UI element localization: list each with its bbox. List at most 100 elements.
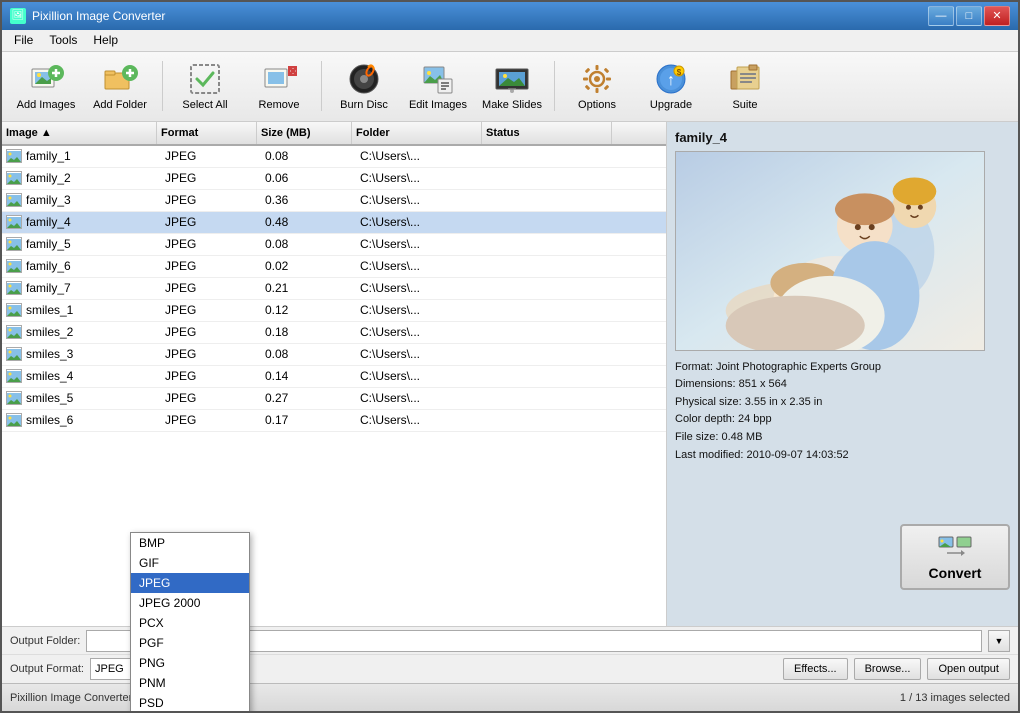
file-format: JPEG — [157, 193, 257, 207]
col-header-image[interactable]: Image ▲ — [2, 122, 157, 144]
suite-button[interactable]: Suite — [709, 55, 781, 117]
file-format: JPEG — [157, 259, 257, 273]
dropdown-option[interactable]: BMP — [131, 533, 249, 553]
dropdown-option[interactable]: PNG — [131, 653, 249, 673]
table-row[interactable]: family_5 JPEG 0.08 C:\Users\... — [2, 234, 666, 256]
table-row[interactable]: family_3 JPEG 0.36 C:\Users\... — [2, 190, 666, 212]
effects-button[interactable]: Effects... — [783, 658, 848, 680]
add-folder-button[interactable]: Add Folder — [84, 55, 156, 117]
col-header-format[interactable]: Format — [157, 122, 257, 144]
file-thumb-icon — [6, 193, 22, 207]
menu-bar: File Tools Help — [2, 30, 1018, 52]
title-bar-buttons: — □ ✕ — [928, 6, 1010, 26]
add-images-button[interactable]: Add Images — [10, 55, 82, 117]
make-slides-icon — [494, 61, 530, 97]
remove-button[interactable]: Remove — [243, 55, 315, 117]
file-size: 0.36 — [257, 193, 352, 207]
table-row[interactable]: smiles_5 JPEG 0.27 C:\Users\... — [2, 388, 666, 410]
file-thumb-icon — [6, 303, 22, 317]
options-button[interactable]: Options — [561, 55, 633, 117]
preview-filesize: File size: 0.48 MB — [675, 429, 1010, 447]
col-header-status[interactable]: Status — [482, 122, 612, 144]
output-format-label: Output Format: — [10, 663, 84, 675]
table-row[interactable]: family_4 JPEG 0.48 C:\Users\... — [2, 212, 666, 234]
browse-button[interactable]: Browse... — [854, 658, 922, 680]
add-images-label: Add Images — [17, 99, 76, 111]
file-folder: C:\Users\... — [352, 193, 482, 207]
file-format: JPEG — [157, 369, 257, 383]
options-label: Options — [578, 99, 616, 111]
col-header-size[interactable]: Size (MB) — [257, 122, 352, 144]
table-row[interactable]: family_1 JPEG 0.08 C:\Users\... — [2, 146, 666, 168]
convert-button[interactable]: Convert — [900, 524, 1010, 590]
file-name: smiles_4 — [26, 369, 73, 383]
preview-image-inner — [676, 152, 984, 350]
preview-info: Format: Joint Photographic Experts Group… — [675, 359, 1010, 465]
convert-label: Convert — [929, 565, 982, 581]
dropdown-option[interactable]: PSD — [131, 693, 249, 713]
file-size: 0.21 — [257, 281, 352, 295]
menu-tools[interactable]: Tools — [41, 31, 85, 49]
maximize-button[interactable]: □ — [956, 6, 982, 26]
file-name: smiles_6 — [26, 413, 73, 427]
toolbar-sep-1 — [162, 61, 163, 111]
convert-icon — [937, 533, 973, 561]
file-thumb-icon — [6, 171, 22, 185]
col-header-folder[interactable]: Folder — [352, 122, 482, 144]
app-title: Pixillion Image Converter — [32, 9, 165, 23]
upgrade-button[interactable]: ↑ $ Upgrade — [635, 55, 707, 117]
file-folder: C:\Users\... — [352, 237, 482, 251]
edit-images-button[interactable]: Edit Images — [402, 55, 474, 117]
minimize-button[interactable]: — — [928, 6, 954, 26]
file-size: 0.08 — [257, 237, 352, 251]
dropdown-option[interactable]: PGF — [131, 633, 249, 653]
open-output-button[interactable]: Open output — [927, 658, 1010, 680]
output-folder-label: Output Folder: — [10, 635, 80, 647]
file-thumb-icon — [6, 369, 22, 383]
select-all-button[interactable]: Select All — [169, 55, 241, 117]
menu-help[interactable]: Help — [85, 31, 126, 49]
file-folder: C:\Users\... — [352, 259, 482, 273]
dropdown-option[interactable]: JPEG 2000 — [131, 593, 249, 613]
file-size: 0.48 — [257, 215, 352, 229]
output-folder-dropdown[interactable]: ▼ — [988, 630, 1010, 652]
file-rows: family_1 JPEG 0.08 C:\Users\... family_2… — [2, 146, 666, 627]
table-row[interactable]: family_2 JPEG 0.06 C:\Users\... — [2, 168, 666, 190]
table-row[interactable]: smiles_3 JPEG 0.08 C:\Users\... — [2, 344, 666, 366]
table-row[interactable]: family_7 JPEG 0.21 C:\Users\... — [2, 278, 666, 300]
file-name: family_7 — [26, 281, 71, 295]
file-folder: C:\Users\... — [352, 347, 482, 361]
title-bar-left: 🖼 Pixillion Image Converter — [10, 8, 165, 24]
file-name: smiles_5 — [26, 391, 73, 405]
make-slides-label: Make Slides — [482, 99, 542, 111]
table-row[interactable]: smiles_6 JPEG 0.17 C:\Users\... — [2, 410, 666, 432]
close-button[interactable]: ✕ — [984, 6, 1010, 26]
file-thumb-icon — [6, 149, 22, 163]
file-format: JPEG — [157, 171, 257, 185]
file-size: 0.08 — [257, 149, 352, 163]
add-images-icon — [28, 61, 64, 97]
svg-text:↑: ↑ — [667, 72, 675, 89]
file-format: JPEG — [157, 215, 257, 229]
format-dropdown[interactable]: BMPGIFJPEGJPEG 2000PCXPGFPNGPNMPSDRASTGA… — [130, 532, 250, 713]
dropdown-option[interactable]: GIF — [131, 553, 249, 573]
dropdown-option[interactable]: PCX — [131, 613, 249, 633]
burn-disc-button[interactable]: Burn Disc — [328, 55, 400, 117]
file-format: JPEG — [157, 391, 257, 405]
add-folder-label: Add Folder — [93, 99, 147, 111]
dropdown-option[interactable]: PNM — [131, 673, 249, 693]
file-format: JPEG — [157, 347, 257, 361]
menu-file[interactable]: File — [6, 31, 41, 49]
file-folder: C:\Users\... — [352, 369, 482, 383]
table-row[interactable]: smiles_1 JPEG 0.12 C:\Users\... — [2, 300, 666, 322]
table-row[interactable]: smiles_4 JPEG 0.14 C:\Users\... — [2, 366, 666, 388]
table-row[interactable]: family_6 JPEG 0.02 C:\Users\... — [2, 256, 666, 278]
dropdown-option[interactable]: JPEG — [131, 573, 249, 593]
suite-icon — [727, 61, 763, 97]
burn-disc-label: Burn Disc — [340, 99, 388, 111]
make-slides-button[interactable]: Make Slides — [476, 55, 548, 117]
table-row[interactable]: smiles_2 JPEG 0.18 C:\Users\... — [2, 322, 666, 344]
preview-title: family_4 — [675, 130, 1010, 145]
file-folder: C:\Users\... — [352, 149, 482, 163]
file-format: JPEG — [157, 303, 257, 317]
